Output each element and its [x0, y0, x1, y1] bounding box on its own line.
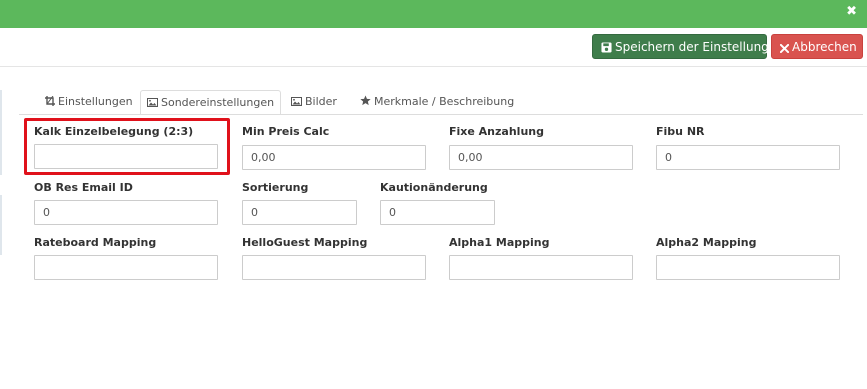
close-icon[interactable]: ✖: [846, 4, 857, 19]
helloguest-mapping-input[interactable]: [242, 255, 426, 280]
sortierung-label: Sortierung: [242, 181, 309, 194]
sortierung-input[interactable]: 0: [242, 200, 357, 225]
fixe-anzahlung-input[interactable]: 0,00: [449, 145, 633, 170]
tab-sondereinstellungen[interactable]: Sondereinstellungen: [140, 90, 282, 115]
min-preis-calc-label: Min Preis Calc: [242, 125, 330, 138]
kautionaenderung-label: Kautionänderung: [380, 181, 488, 194]
modal-header-bar: ✖: [0, 0, 867, 28]
min-preis-calc-input[interactable]: 0,00: [242, 145, 426, 170]
tab-bilder[interactable]: Bilder: [285, 90, 343, 115]
tab-label: Sondereinstellungen: [161, 96, 275, 109]
tab-label: Einstellungen: [58, 95, 133, 108]
tab-label: Bilder: [305, 95, 337, 108]
floppy-disk-icon: [601, 42, 612, 53]
tab-einstellungen[interactable]: Einstellungen: [39, 90, 139, 115]
times-icon: [779, 43, 790, 54]
cancel-button-label: Abbrechen: [792, 40, 857, 54]
tab-merkmale-beschreibung[interactable]: Merkmale / Beschreibung: [354, 90, 520, 115]
left-edge-panel: [0, 90, 2, 175]
alpha1-mapping-label: Alpha1 Mapping: [449, 236, 550, 249]
alpha2-mapping-input[interactable]: [656, 255, 840, 280]
tab-label: Merkmale / Beschreibung: [374, 95, 515, 108]
fixe-anzahlung-label: Fixe Anzahlung: [449, 125, 544, 138]
alpha2-mapping-label: Alpha2 Mapping: [656, 236, 757, 249]
image-icon: [147, 98, 158, 107]
crop-icon: [45, 95, 55, 106]
fibu-nr-label: Fibu NR: [656, 125, 705, 138]
helloguest-mapping-label: HelloGuest Mapping: [242, 236, 368, 249]
rateboard-mapping-input[interactable]: [34, 255, 218, 280]
header-divider: [0, 66, 867, 67]
star-icon: [360, 95, 371, 106]
highlight-box: [24, 118, 230, 175]
save-settings-button[interactable]: Speichern der Einstellung: [592, 34, 769, 59]
ob-res-email-id-input[interactable]: 0: [34, 200, 218, 225]
tab-divider: [19, 114, 863, 115]
save-button-label: Speichern der Einstellung: [615, 40, 769, 54]
rateboard-mapping-label: Rateboard Mapping: [34, 236, 157, 249]
cancel-button[interactable]: Abbrechen: [771, 34, 863, 59]
fibu-nr-input[interactable]: 0: [656, 145, 840, 170]
ob-res-email-id-label: OB Res Email ID: [34, 181, 133, 194]
left-edge-panel: [0, 195, 2, 255]
image-icon: [291, 97, 302, 106]
alpha1-mapping-input[interactable]: [449, 255, 633, 280]
kautionaenderung-input[interactable]: 0: [380, 200, 495, 225]
